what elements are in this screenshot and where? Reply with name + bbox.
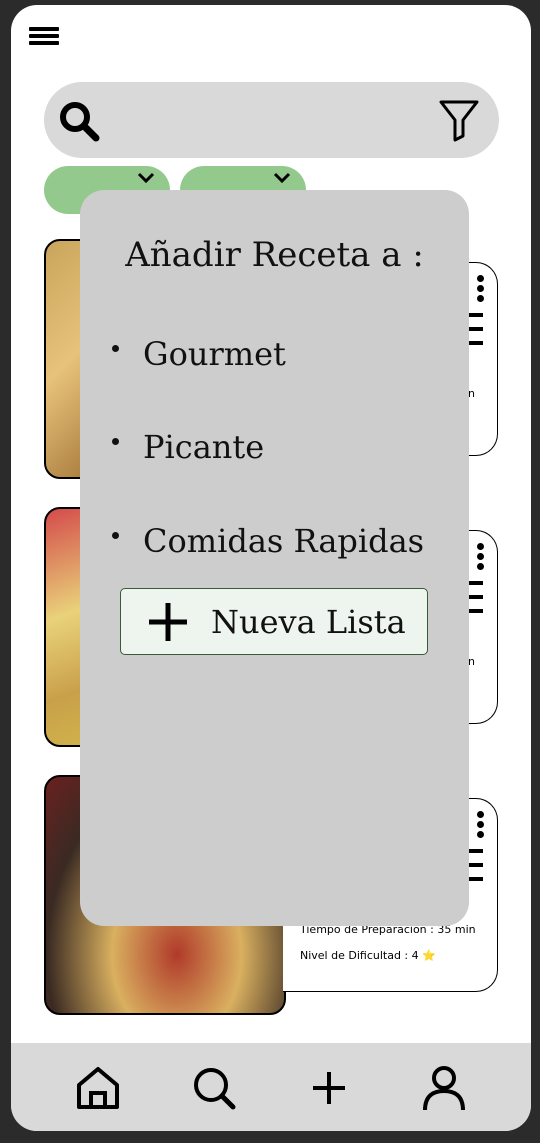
difficulty: Nivel de Dificultad : 4 ⭐ xyxy=(300,949,436,962)
bullet xyxy=(112,345,119,352)
recipe-meta: n xyxy=(468,387,475,400)
popup-title: Añadir Receta a : xyxy=(125,235,424,275)
plus-icon xyxy=(149,603,187,641)
list-option-label: Picante xyxy=(143,428,265,466)
home-icon[interactable] xyxy=(75,1065,121,1111)
more-vertical-icon[interactable] xyxy=(477,543,487,570)
add-recipe-popup: Añadir Receta a : Gourmet Picante Comida… xyxy=(80,190,469,926)
more-vertical-icon[interactable] xyxy=(477,275,487,302)
plus-icon[interactable] xyxy=(306,1065,352,1111)
new-list-label: Nueva Lista xyxy=(211,603,406,641)
close-icon[interactable] xyxy=(272,168,292,188)
bullet xyxy=(112,532,119,539)
recipe-meta: n xyxy=(468,655,475,668)
more-vertical-icon[interactable] xyxy=(477,811,487,838)
list-option-label: Gourmet xyxy=(143,335,286,373)
hamburger-icon[interactable] xyxy=(29,27,59,49)
close-icon[interactable] xyxy=(136,168,156,188)
filter-icon[interactable] xyxy=(438,98,480,142)
search-icon[interactable] xyxy=(191,1065,237,1111)
search-bar xyxy=(44,82,499,158)
bullet xyxy=(112,438,119,445)
search-icon[interactable] xyxy=(58,100,100,142)
app-screen: n n Tiempo de Preparacion : 35 min Nivel… xyxy=(11,5,531,1131)
search-input[interactable] xyxy=(112,100,426,142)
list-option-label: Comidas Rapidas xyxy=(143,522,425,560)
bottom-tab-bar xyxy=(11,1043,531,1131)
new-list-button[interactable]: Nueva Lista xyxy=(120,588,428,655)
user-icon[interactable] xyxy=(421,1065,467,1111)
list-option-comidas-rapidas[interactable]: Comidas Rapidas xyxy=(112,522,424,560)
list-option-picante[interactable]: Picante xyxy=(112,428,264,466)
list-option-gourmet[interactable]: Gourmet xyxy=(112,335,286,373)
